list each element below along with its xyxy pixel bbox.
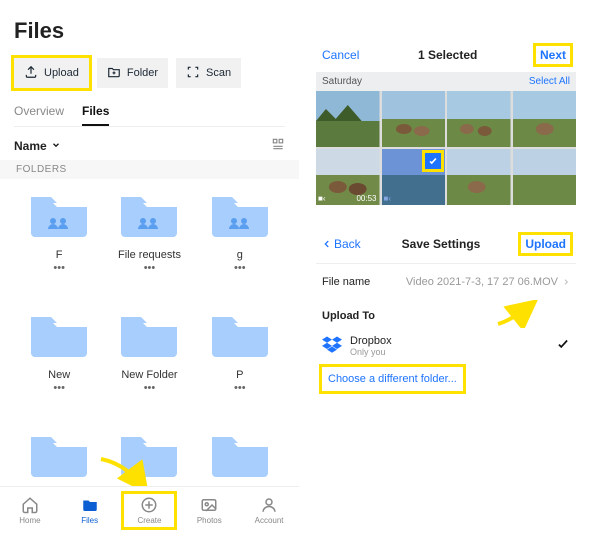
save-settings-panel: Back Save Settings Upload File name Vide…: [316, 225, 576, 395]
folder-name: New Folder: [121, 369, 177, 381]
sort-label: Name: [14, 139, 47, 153]
scan-button[interactable]: Scan: [176, 58, 241, 88]
cancel-button[interactable]: Cancel: [322, 48, 359, 62]
filename-label: File name: [322, 276, 370, 288]
day-label: Saturday: [322, 76, 362, 87]
photo-thumb[interactable]: [316, 91, 380, 147]
top-action-row: Upload Folder Scan: [14, 58, 285, 88]
tab-files[interactable]: Files: [82, 104, 109, 126]
folder-more[interactable]: •••: [53, 385, 65, 391]
folder-icon: [29, 431, 89, 479]
bottom-nav: Home Files Create Photos Account: [0, 486, 299, 532]
view-toggle-icon[interactable]: [271, 137, 285, 154]
scan-icon: [186, 65, 200, 82]
folder-name: F: [56, 249, 63, 261]
folder-name: File requests: [118, 249, 181, 261]
folder-item[interactable]: F •••: [14, 187, 104, 307]
folder-name: New: [48, 369, 70, 381]
folder-more[interactable]: •••: [234, 385, 246, 391]
destination-name: Dropbox: [350, 335, 392, 347]
back-button[interactable]: Back: [322, 237, 361, 251]
nav-home[interactable]: Home: [5, 496, 55, 525]
folder-button[interactable]: Folder: [97, 58, 168, 88]
folder-icon: [210, 311, 270, 359]
video-badge-icon: ■‹: [384, 194, 392, 203]
dropbox-icon: [322, 334, 342, 357]
folder-name: P: [236, 369, 243, 381]
checkmark-icon: [556, 337, 570, 354]
check-icon: [425, 153, 441, 169]
files-screen: Files Upload Folder Scan: [0, 0, 300, 538]
video-badge-icon: ■‹: [318, 194, 326, 203]
shared-folder-icon: [29, 191, 89, 239]
nav-label: Account: [255, 516, 284, 525]
upload-action-button[interactable]: Upload: [521, 235, 570, 253]
folder-more[interactable]: •••: [234, 265, 246, 271]
nav-label: Files: [81, 516, 98, 525]
next-button[interactable]: Next: [536, 46, 570, 64]
nav-create[interactable]: Create: [124, 494, 174, 527]
video-thumb-selected[interactable]: ■‹: [382, 149, 446, 205]
folder-more[interactable]: •••: [144, 265, 156, 271]
photo-thumb[interactable]: [447, 91, 511, 147]
page-title: Files: [14, 18, 285, 44]
folder-item[interactable]: g •••: [195, 187, 285, 307]
upload-icon: [24, 65, 38, 82]
nav-label: Photos: [197, 516, 222, 525]
folder-more[interactable]: •••: [144, 385, 156, 391]
folder-item[interactable]: P •••: [195, 307, 285, 427]
folder-icon: [119, 311, 179, 359]
folder-icon: [210, 431, 270, 479]
save-title: Save Settings: [402, 237, 481, 251]
folder-item[interactable]: New Folder •••: [104, 307, 194, 427]
photo-thumb[interactable]: [382, 91, 446, 147]
folder-item[interactable]: New •••: [14, 307, 104, 427]
folder-more[interactable]: •••: [53, 265, 65, 271]
nav-label: Create: [137, 516, 161, 525]
right-column: Cancel 1 Selected Next Saturday Select A…: [300, 0, 600, 538]
folder-name: g: [237, 249, 243, 261]
destination-row[interactable]: Dropbox Only you: [316, 328, 576, 363]
photo-thumb[interactable]: [447, 149, 511, 205]
shared-folder-icon: [210, 191, 270, 239]
video-duration: 00:53: [356, 194, 376, 203]
tab-overview[interactable]: Overview: [14, 104, 64, 126]
photo-picker-panel: Cancel 1 Selected Next Saturday Select A…: [316, 38, 576, 205]
photo-thumb[interactable]: [513, 149, 577, 205]
folder-icon: [119, 431, 179, 479]
chevron-right-icon: [562, 278, 570, 286]
destination-sub: Only you: [350, 347, 392, 357]
thumbnail-grid: ■‹ 00:53 ■‹: [316, 91, 576, 205]
nav-account[interactable]: Account: [244, 496, 294, 525]
sort-row[interactable]: Name: [14, 137, 285, 154]
folder-item[interactable]: File requests •••: [104, 187, 194, 307]
folder-button-label: Folder: [127, 67, 158, 79]
nav-label: Home: [19, 516, 40, 525]
shared-folder-icon: [119, 191, 179, 239]
filename-row[interactable]: File name Video 2021-7-3, 17 27 06.MOV: [316, 263, 576, 300]
folder-icon: [29, 311, 89, 359]
chevron-down-icon: [51, 139, 61, 153]
upload-to-label: Upload To: [316, 300, 576, 328]
scan-button-label: Scan: [206, 67, 231, 79]
folders-section-label: FOLDERS: [0, 160, 299, 179]
upload-button[interactable]: Upload: [14, 58, 89, 88]
nav-photos[interactable]: Photos: [184, 496, 234, 525]
choose-folder-link[interactable]: Choose a different folder...: [322, 367, 463, 391]
folder-plus-icon: [107, 65, 121, 82]
back-label: Back: [334, 237, 361, 251]
filename-value: Video 2021-7-3, 17 27 06.MOV: [406, 276, 558, 288]
photo-thumb[interactable]: [513, 91, 577, 147]
selected-count: 1 Selected: [418, 48, 477, 62]
select-all-button[interactable]: Select All: [529, 76, 570, 87]
upload-button-label: Upload: [44, 67, 79, 79]
file-tabs: Overview Files: [14, 104, 285, 127]
nav-files[interactable]: Files: [65, 496, 115, 525]
video-thumb[interactable]: ■‹ 00:53: [316, 149, 380, 205]
